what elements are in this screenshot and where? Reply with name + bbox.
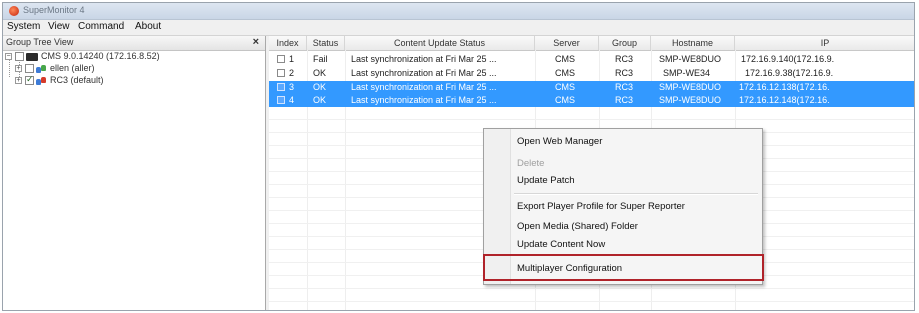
cell-hostname: SMP-WE8DUO [659,95,722,105]
group-tree-pane: Group Tree View × − CMS 9.0.14240 (172.1… [3,36,266,310]
expand-icon[interactable]: + [15,65,22,72]
row-checkbox[interactable] [277,96,285,104]
table-row[interactable]: 2 OK Last synchronization at Fri Mar 25 … [269,67,914,80]
column-header-update-status[interactable]: Content Update Status [345,36,535,50]
pane-header: Group Tree View × [3,36,265,51]
cell-server: CMS [555,95,575,105]
column-header-server[interactable]: Server [535,36,599,50]
tree-checkbox[interactable] [25,64,34,73]
collapse-icon[interactable]: − [5,53,12,60]
row-checkbox[interactable] [277,83,285,91]
column-header-hostname[interactable]: Hostname [651,36,735,50]
table-header: Index Status Content Update Status Serve… [269,36,914,51]
cell-index: 4 [289,95,295,105]
group-icon [36,64,47,74]
highlight-box [483,254,764,281]
cell-group: RC3 [615,95,634,105]
table-row[interactable]: 1 Fail Last synchronization at Fri Mar 2… [269,53,914,66]
tree-label: CMS 9.0.14240 (172.16.8.52) [41,51,160,61]
column-header-ip[interactable]: IP [735,36,915,50]
cell-ip: 172.16.12.138(172.16. [739,82,830,92]
window-title: SuperMonitor 4 [23,5,85,15]
tree-label: ellen (aller) [50,63,95,73]
cell-server: CMS [555,82,575,92]
cell-update-status: Last synchronization at Fri Mar 25 ... [351,54,497,64]
pane-title: Group Tree View [6,37,74,47]
cell-hostname: SMP-WE8DUO [659,82,722,92]
menu-item-open-media-folder[interactable]: Open Media (Shared) Folder [517,221,638,232]
tree-checkbox[interactable] [25,74,34,85]
cell-status: OK [313,95,327,105]
menu-item-open-web-manager[interactable]: Open Web Manager [517,136,602,147]
title-bar: SuperMonitor 4 [3,3,914,20]
cell-update-status: Last synchronization at Fri Mar 25 ... [351,68,497,78]
tree-node-rc3[interactable]: + RC3 (default) [3,74,265,87]
cell-index: 1 [289,54,295,64]
cell-group: RC3 [615,82,634,92]
menu-item-update-content-now[interactable]: Update Content Now [517,239,605,250]
menu-system[interactable]: System [7,21,40,32]
menu-view[interactable]: View [48,21,70,32]
menu-bar: System View Command About [3,20,914,36]
table-row-selected[interactable]: 4 OK Last synchronization at Fri Mar 25 … [269,94,914,107]
cell-server: CMS [555,68,575,78]
cell-ip: 172.16.9.140(172.16.9. [741,54,835,64]
menu-separator [514,193,758,195]
server-icon [26,53,38,61]
menu-item-update-patch[interactable]: Update Patch [517,175,575,186]
table-row-selected[interactable]: 3 OK Last synchronization at Fri Mar 25 … [269,81,914,94]
cell-status: Fail [313,54,328,64]
cell-server: CMS [555,54,575,64]
cell-status: OK [313,82,327,92]
row-checkbox[interactable] [277,69,285,77]
cell-update-status: Last synchronization at Fri Mar 25 ... [351,95,497,105]
cell-status: OK [313,68,327,78]
column-header-status[interactable]: Status [307,36,345,50]
cell-group: RC3 [615,68,634,78]
column-header-group[interactable]: Group [599,36,651,50]
cell-update-status: Last synchronization at Fri Mar 25 ... [351,82,497,92]
tree-node-cms[interactable]: − CMS 9.0.14240 (172.16.8.52) [3,51,265,63]
column-header-index[interactable]: Index [269,36,307,50]
close-icon[interactable]: × [253,36,259,48]
cell-hostname: SMP-WE8DUO [659,54,722,64]
cell-index: 2 [289,68,295,78]
cell-group: RC3 [615,54,634,64]
cell-hostname: SMP-WE34 [663,68,711,78]
row-checkbox[interactable] [277,55,285,63]
menu-item-export-player-profile[interactable]: Export Player Profile for Super Reporter [517,201,685,212]
menu-about[interactable]: About [135,21,161,32]
cell-ip: 172.16.9.38(172.16.9. [745,68,834,78]
context-menu: Open Web Manager Delete Update Patch Exp… [483,128,764,285]
tree-node-ellen[interactable]: + ellen (aller) [3,63,265,75]
cell-index: 3 [289,82,295,92]
tree-checkbox[interactable] [15,52,24,61]
menu-command[interactable]: Command [78,21,124,32]
app-window: SuperMonitor 4 System View Command About… [2,2,915,311]
tree-label: RC3 (default) [50,75,104,85]
app-icon [9,6,19,16]
expand-icon[interactable]: + [15,77,22,84]
menu-item-delete: Delete [517,158,545,169]
group-warning-icon [36,76,47,86]
cell-ip: 172.16.12.148(172.16. [739,95,830,105]
